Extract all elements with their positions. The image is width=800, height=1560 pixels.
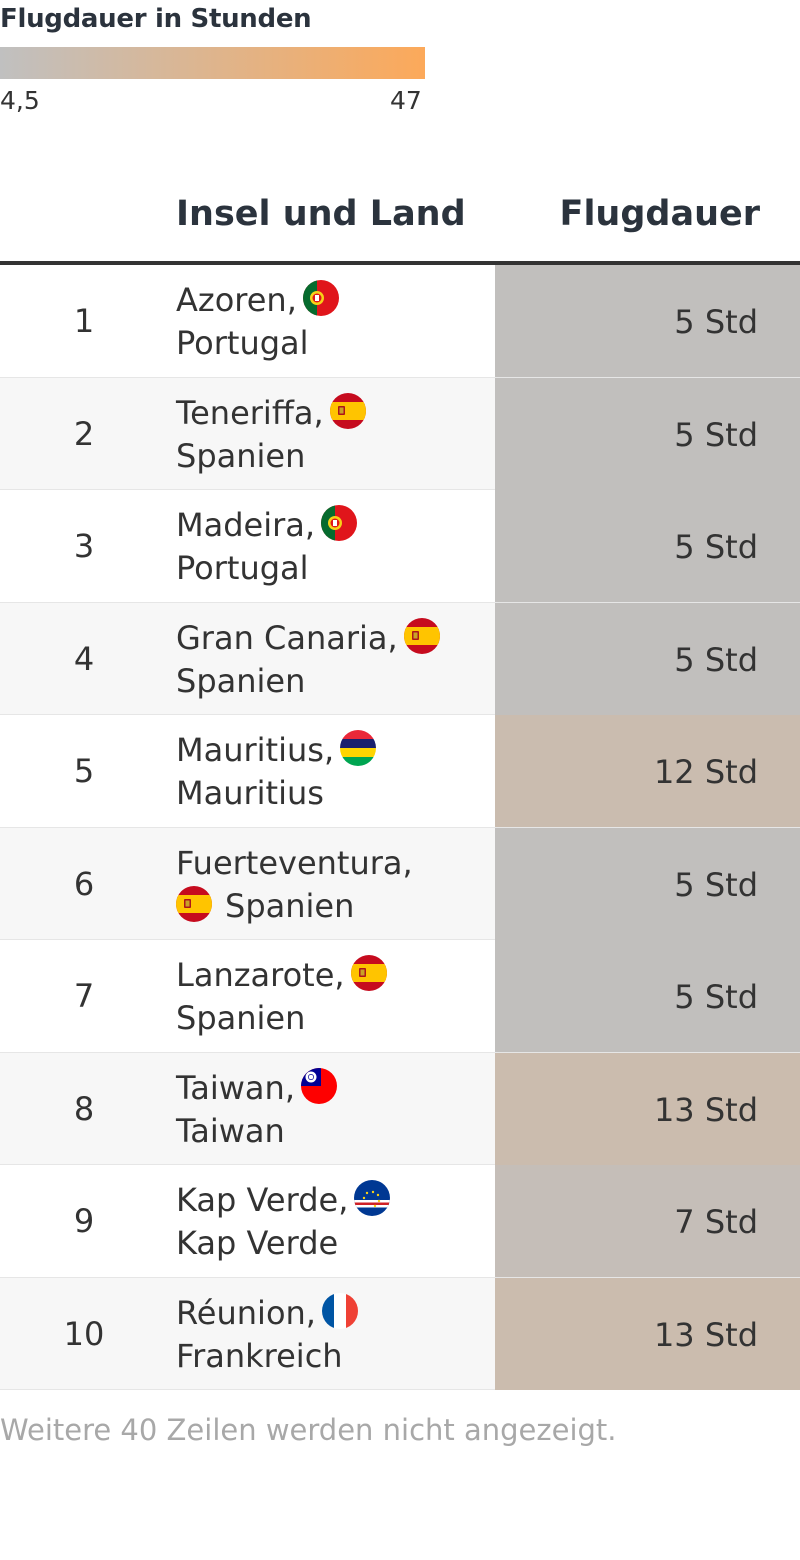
table-header: Insel und Land Flugdauer	[0, 190, 800, 262]
rank-cell: 6	[73, 864, 95, 903]
flugdauer-cell: 5 Std	[495, 940, 800, 1052]
flugdauer-cell: 5 Std	[495, 490, 800, 602]
table-row: 2 Teneriffa, Spanien 5 Std	[0, 377, 800, 490]
spain-flag-icon	[176, 885, 212, 922]
spain-flag-icon	[403, 617, 440, 654]
rank-cell: 7	[73, 977, 95, 1015]
flugdauer-cell: 13 Std	[495, 1277, 800, 1390]
table-row: 6 Fuerteventura, Spanien 5 Std	[0, 827, 800, 940]
legend-max-label: 47	[390, 86, 422, 115]
rank-cell: 4	[73, 639, 95, 678]
country-name: Taiwan	[176, 1111, 285, 1150]
spain-flag-icon	[350, 955, 387, 991]
island-name: Madeira,	[176, 506, 316, 544]
rank-cell: 2	[73, 414, 95, 453]
island-country-cell: Fuerteventura, Spanien	[176, 842, 476, 928]
island-country-cell: Teneriffa, Spanien	[176, 392, 476, 478]
country-name: Spanien	[225, 886, 355, 925]
rank-cell: 3	[73, 527, 95, 565]
island-country-cell: Taiwan, Taiwan	[176, 1067, 476, 1153]
country-name: Spanien	[176, 661, 306, 700]
table-row: 3 Madeira, Portugal 5 Std	[0, 490, 800, 603]
island-name: Teneriffa,	[176, 393, 324, 432]
table-footnote: Weitere 40 Zeilen werden nicht angezeigt…	[0, 1413, 617, 1447]
rank-cell: 1	[73, 302, 95, 340]
island-country-cell: Réunion, Frankreich	[176, 1292, 476, 1378]
flugdauer-cell: 5 Std	[495, 602, 800, 715]
table-row: 4 Gran Canaria, Spanien 5 Std	[0, 602, 800, 715]
island-name: Kap Verde,	[176, 1181, 349, 1219]
island-country-cell: Lanzarote, Spanien	[176, 954, 476, 1040]
country-name: Mauritius	[176, 774, 324, 812]
flugdauer-cell: 13 Std	[495, 1052, 800, 1165]
island-country-cell: Kap Verde, Kap Verde	[176, 1179, 476, 1265]
flugdauer-cell: 5 Std	[495, 827, 800, 940]
portugal-flag-icon	[321, 505, 358, 541]
rank-cell: 8	[73, 1089, 95, 1128]
flugdauer-cell: 5 Std	[495, 377, 800, 490]
island-name: Fuerteventura,	[176, 843, 413, 882]
table-row: 10 Réunion, Frankreich 13 Std	[0, 1277, 800, 1390]
country-name: Spanien	[176, 436, 306, 475]
table-row: 9 Kap Verde, Kap Verde 7 Std	[0, 1165, 800, 1278]
france-flag-icon	[321, 1292, 358, 1329]
legend-gradient-bar	[0, 47, 425, 79]
taiwan-flag-icon	[300, 1067, 337, 1104]
rank-cell: 5	[73, 752, 95, 790]
island-name: Gran Canaria,	[176, 618, 398, 657]
island-name: Taiwan,	[176, 1068, 295, 1107]
mauritius-flag-icon	[340, 730, 377, 766]
island-name: Réunion,	[176, 1293, 316, 1332]
cape-verde-flag-icon	[354, 1180, 391, 1216]
island-country-cell: Madeira, Portugal	[176, 504, 476, 590]
island-name: Mauritius,	[176, 731, 335, 769]
column-header-flugdauer[interactable]: Flugdauer	[560, 194, 760, 234]
country-name: Portugal	[176, 549, 309, 587]
island-country-cell: Gran Canaria, Spanien	[176, 617, 476, 703]
table-row: 5 Mauritius, Mauritius 12 Std	[0, 715, 800, 828]
island-country-cell: Mauritius, Mauritius	[176, 729, 476, 815]
legend-title: Flugdauer in Stunden	[0, 4, 312, 34]
flugdauer-cell: 7 Std	[495, 1165, 800, 1277]
rank-cell: 9	[73, 1202, 95, 1240]
legend-min-label: 4,5	[0, 86, 40, 115]
country-name: Spanien	[176, 999, 306, 1037]
flugdauer-cell: 12 Std	[495, 715, 800, 827]
island-country-cell: Azoren, Portugal	[176, 279, 476, 365]
country-name: Kap Verde	[176, 1224, 339, 1262]
country-name: Frankreich	[176, 1336, 343, 1375]
island-name: Azoren,	[176, 281, 297, 319]
table-row: 7 Lanzarote, Spanien 5 Std	[0, 940, 800, 1053]
flugdauer-cell: 5 Std	[495, 265, 800, 377]
country-name: Portugal	[176, 324, 309, 362]
table-row: 8 Taiwan, Taiwan 13 Std	[0, 1052, 800, 1165]
portugal-flag-icon	[302, 280, 339, 316]
table-row: 1 Azoren, Portugal 5 Std	[0, 265, 800, 378]
column-header-insel-und-land[interactable]: Insel und Land	[176, 194, 466, 234]
table-body: 1 Azoren, Portugal 5 Std 2 Teneriffa, Spanien 5…	[0, 265, 800, 1390]
island-name: Lanzarote,	[176, 956, 345, 994]
rank-cell: 10	[63, 1314, 105, 1353]
spain-flag-icon	[329, 392, 366, 429]
